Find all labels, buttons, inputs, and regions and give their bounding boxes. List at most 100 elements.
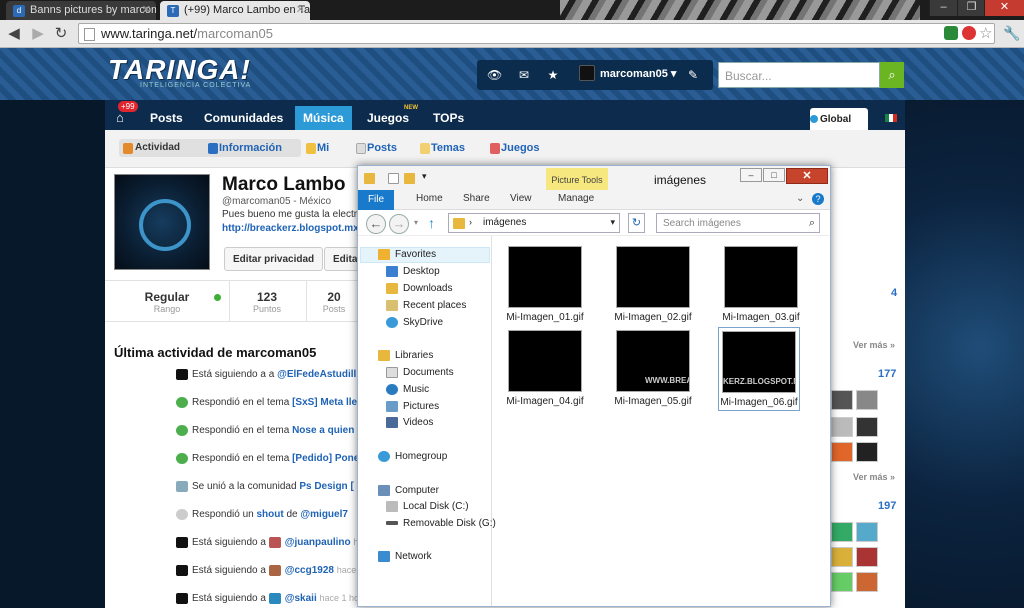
follower-thumbnail[interactable] [831,417,853,437]
avatar[interactable] [579,65,595,81]
adblock-icon[interactable] [962,26,976,40]
explorer-title-bar[interactable]: ▾ Picture Tools imágenes – □ ✕ [358,166,830,190]
nav-desktop[interactable]: Desktop [386,266,440,277]
file-item-selected[interactable]: KERZ.BLOGSPOT.MX Mi-Imagen_06.gif [718,327,800,411]
wrench-menu-icon[interactable]: 🔧 [1003,25,1020,42]
close-tab-icon[interactable]: ✕ [296,3,305,16]
subnav-posts[interactable]: Posts [353,142,397,154]
nav-local-disk[interactable]: Local Disk (C:) [386,501,469,512]
follower-thumbnail[interactable] [831,572,853,592]
minimize-button[interactable]: – [929,0,957,16]
activity-link[interactable]: Nose a quien [292,425,354,436]
follower-thumbnail[interactable] [856,572,878,592]
explorer-address-bar[interactable]: › imágenes ▾ [448,213,620,233]
activity-link[interactable]: shout [257,509,284,520]
back-arrow-icon[interactable]: ◀ [3,24,25,44]
explorer-maximize-button[interactable]: □ [763,168,785,182]
star-icon[interactable]: ★ [546,68,560,82]
nav-libraries[interactable]: Libraries [378,350,433,361]
explorer-search-input[interactable]: Search imágenes ⌕ [656,213,820,233]
help-icon[interactable]: ? [812,193,824,205]
ribbon-tab-view[interactable]: View [510,193,532,204]
browser-tab-2[interactable]: T (+99) Marco Lambo en Tar ✕ [160,1,310,20]
nav-computer[interactable]: Computer [378,485,439,496]
follower-thumbnail[interactable] [856,390,878,410]
close-window-button[interactable]: ✕ [984,0,1024,16]
edit-icon[interactable]: ✎ [686,68,700,82]
explorer-minimize-button[interactable]: – [740,168,762,182]
mail-icon[interactable]: ✉ [517,68,531,82]
star-bookmark-icon[interactable]: ☆ [979,24,992,42]
back-button[interactable]: ← [366,214,386,234]
follower-thumbnail[interactable] [856,522,878,542]
recent-locations-icon[interactable]: ▾ [414,218,418,227]
username-menu[interactable]: marcoman05 ▾ [600,67,676,80]
nav-documents[interactable]: Documents [386,367,454,378]
activity-link[interactable]: @juanpaulino [285,537,351,548]
expand-ribbon-icon[interactable]: ⌄ [796,193,804,204]
site-search-input[interactable]: Buscar... [718,62,880,88]
nav-removable-disk[interactable]: Removable Disk (G:) [386,518,496,529]
follower-thumbnail[interactable] [831,442,853,462]
reload-icon[interactable]: ↻ [50,24,72,44]
file-item[interactable]: Mi-Imagen_01.gif [504,246,586,330]
file-item[interactable]: Mi-Imagen_04.gif [504,330,586,414]
nav-posts[interactable]: Posts [142,106,191,130]
subnav-juegos[interactable]: Juegos [487,142,540,154]
profile-avatar[interactable] [114,174,210,270]
nav-comunidades[interactable]: Comunidades [196,106,291,130]
subnav-mi[interactable]: Mi [303,142,329,154]
activity-link[interactable]: @ccg1928 [285,565,334,576]
activity-link[interactable]: @ElFedeAstudill [277,369,356,380]
browser-tab-1[interactable]: d Banns pictures by marcoma ✕ [6,1,156,20]
new-folder-icon[interactable] [404,173,415,184]
follower-thumbnail[interactable] [856,442,878,462]
nav-skydrive[interactable]: SkyDrive [386,317,443,328]
nav-pictures[interactable]: Pictures [386,401,439,412]
customize-quick-access-icon[interactable]: ▾ [422,171,427,182]
file-item[interactable]: Mi-Imagen_03.gif [720,246,802,330]
refresh-button[interactable]: ↻ [628,213,645,233]
file-item[interactable]: Mi-Imagen_02.gif [612,246,694,330]
nav-tops[interactable]: TOPs [425,106,472,130]
ver-mas-link[interactable]: Ver más » [853,340,895,350]
mexico-flag-icon[interactable] [885,114,897,122]
ribbon-tab-share[interactable]: Share [463,193,490,204]
nav-videos[interactable]: Videos [386,417,433,428]
nav-musica[interactable]: Música [295,106,352,130]
follower-thumbnail[interactable] [831,547,853,567]
ribbon-tab-file[interactable]: File [358,190,394,210]
ribbon-tab-home[interactable]: Home [416,193,443,204]
maximize-button[interactable]: ❐ [957,0,985,16]
activity-link[interactable]: [SxS] Meta lle [292,397,357,408]
address-dropdown-icon[interactable]: ▾ [610,217,615,228]
activity-link[interactable]: @miguel7 [300,509,348,520]
ribbon-tab-manage[interactable]: Manage [558,193,594,204]
forward-arrow-icon[interactable]: ▶ [27,24,49,44]
search-button[interactable]: ⌕ [880,62,904,88]
up-arrow-icon[interactable]: ↑ [428,215,435,231]
explorer-close-button[interactable]: ✕ [786,168,828,184]
properties-icon[interactable] [388,173,399,184]
nav-recent-places[interactable]: Recent places [386,300,466,311]
profile-blog-link[interactable]: http://breackerz.blogspot.mx [222,223,359,234]
global-tab[interactable]: Global [810,108,868,130]
activity-link[interactable]: Ps Design [ [299,481,353,492]
eye-icon[interactable]: 👁 [487,68,502,82]
follower-thumbnail[interactable] [856,417,878,437]
subnav-temas[interactable]: Temas [417,142,465,154]
nav-favorites[interactable]: Favorites [378,249,436,260]
file-item[interactable]: WWW.BREA Mi-Imagen_05.gif [612,330,694,414]
nav-homegroup[interactable]: Homegroup [378,451,447,462]
address-bar[interactable]: www.taringa.net/marcoman05 [78,23,995,44]
nav-downloads[interactable]: Downloads [386,283,452,294]
ver-mas-link[interactable]: Ver más » [853,472,895,482]
activity-link[interactable]: @skaii [285,593,317,604]
home-icon[interactable]: ⌂ [116,110,124,125]
subnav-informacion[interactable]: Información [205,142,282,154]
follower-thumbnail[interactable] [831,390,853,410]
extension-icon[interactable] [944,26,958,40]
follower-thumbnail[interactable] [831,522,853,542]
edit-button[interactable]: Edita [324,247,358,271]
edit-privacy-button[interactable]: Editar privacidad [224,247,324,271]
